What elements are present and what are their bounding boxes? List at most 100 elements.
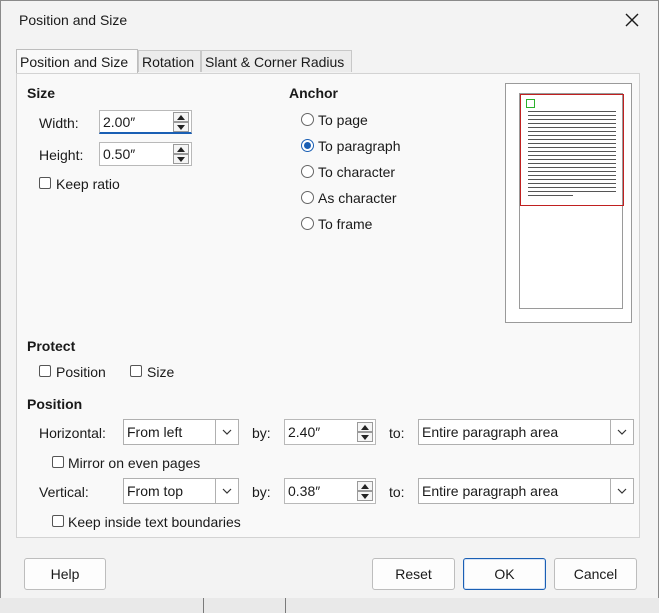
arrow-up-icon — [361, 424, 369, 430]
preview-text-line — [528, 143, 616, 144]
position-preview — [505, 83, 632, 323]
preview-text-line — [528, 171, 616, 172]
vertical-by-increment-button[interactable] — [357, 481, 373, 491]
horizontal-label: Horizontal: — [39, 425, 106, 441]
anchor-to-frame-radio[interactable] — [301, 217, 314, 230]
keep-ratio-checkbox[interactable] — [39, 177, 51, 189]
vertical-select-value: From top — [127, 483, 184, 499]
size-section-title: Size — [27, 85, 56, 101]
dialog-title: Position and Size — [19, 12, 128, 28]
height-decrement-button[interactable] — [173, 154, 189, 164]
anchor-as-character-radio[interactable] — [301, 191, 314, 204]
protect-position-checkbox[interactable] — [39, 365, 51, 377]
width-decrement-button[interactable] — [173, 122, 189, 132]
keep-inside-text-boundaries-checkbox[interactable] — [52, 515, 64, 527]
height-spinbox[interactable]: 0.50″ — [99, 142, 192, 166]
anchor-to-frame-label: To frame — [318, 216, 373, 232]
vertical-dropdown-button[interactable] — [215, 479, 238, 503]
height-value: 0.50″ — [103, 146, 136, 162]
preview-text-line — [528, 175, 616, 176]
horizontal-by-label: by: — [252, 425, 271, 441]
tab-slant-corner-radius[interactable]: Slant & Corner Radius — [201, 50, 352, 72]
horizontal-dropdown-button[interactable] — [215, 420, 238, 444]
preview-page — [519, 93, 624, 309]
background-strip — [0, 598, 659, 613]
close-button[interactable] — [620, 9, 644, 31]
vertical-label: Vertical: — [39, 484, 89, 500]
vertical-to-select-value: Entire paragraph area — [422, 483, 559, 499]
horizontal-to-select-value: Entire paragraph area — [422, 424, 559, 440]
arrow-down-icon — [361, 434, 369, 440]
vertical-by-label: by: — [252, 484, 271, 500]
background-divider — [203, 598, 204, 613]
anchor-to-paragraph-label: To paragraph — [318, 138, 401, 154]
preview-text-line — [528, 151, 616, 152]
preview-text-line — [528, 179, 616, 180]
close-icon — [625, 13, 639, 27]
help-button[interactable]: Help — [24, 558, 106, 590]
horizontal-by-increment-button[interactable] — [357, 422, 373, 432]
vertical-by-decrement-button[interactable] — [357, 491, 373, 501]
anchor-section-title: Anchor — [289, 85, 338, 101]
horizontal-select-value: From left — [127, 424, 183, 440]
preview-text-line — [528, 167, 616, 168]
vertical-to-select[interactable]: Entire paragraph area — [418, 478, 634, 504]
horizontal-to-label: to: — [389, 425, 405, 441]
preview-text-line — [528, 139, 616, 140]
preview-text-line — [528, 195, 573, 196]
dialog-footer: Help Reset OK Cancel — [1, 546, 658, 598]
arrow-down-icon — [361, 493, 369, 499]
width-label: Width: — [39, 115, 79, 131]
arrow-up-icon — [361, 483, 369, 489]
width-increment-button[interactable] — [173, 112, 189, 122]
horizontal-by-spinbox[interactable]: 2.40″ — [284, 419, 376, 445]
arrow-up-icon — [177, 146, 185, 152]
preview-text-line — [528, 131, 616, 132]
preview-text-line — [528, 187, 616, 188]
vertical-by-value: 0.38″ — [288, 483, 321, 499]
tab-position-and-size[interactable]: Position and Size — [16, 49, 138, 73]
protect-position-label: Position — [56, 364, 106, 380]
keep-ratio-label: Keep ratio — [56, 176, 120, 192]
chevron-down-icon — [222, 429, 232, 435]
anchor-as-character-label: As character — [318, 190, 397, 206]
horizontal-to-dropdown-button[interactable] — [610, 420, 633, 444]
horizontal-select[interactable]: From left — [123, 419, 239, 445]
background-divider — [285, 598, 286, 613]
arrow-up-icon — [177, 114, 185, 120]
tab-rotation[interactable]: Rotation — [138, 50, 201, 72]
vertical-to-dropdown-button[interactable] — [610, 479, 633, 503]
position-and-size-dialog: Position and Size Position and Size Rota… — [0, 0, 659, 600]
preview-text-line — [528, 111, 616, 112]
chevron-down-icon — [617, 488, 627, 494]
horizontal-by-decrement-button[interactable] — [357, 432, 373, 442]
horizontal-by-value: 2.40″ — [288, 424, 321, 440]
preview-text-line — [528, 123, 616, 124]
reset-button[interactable]: Reset — [372, 558, 455, 590]
height-increment-button[interactable] — [173, 144, 189, 154]
vertical-select[interactable]: From top — [123, 478, 239, 504]
preview-text-line — [528, 159, 616, 160]
anchor-to-character-radio[interactable] — [301, 165, 314, 178]
cancel-button[interactable]: Cancel — [554, 558, 637, 590]
preview-object — [526, 99, 535, 108]
anchor-to-page-radio[interactable] — [301, 113, 314, 126]
preview-text-line — [528, 135, 616, 136]
ok-button[interactable]: OK — [463, 558, 546, 590]
width-value: 2.00″ — [103, 114, 136, 130]
protect-size-checkbox[interactable] — [130, 365, 142, 377]
mirror-even-pages-label: Mirror on even pages — [68, 455, 201, 471]
horizontal-to-select[interactable]: Entire paragraph area — [418, 419, 634, 445]
arrow-down-icon — [177, 124, 185, 130]
position-section-title: Position — [27, 396, 83, 412]
protect-size-label: Size — [147, 364, 175, 380]
vertical-by-spinbox[interactable]: 0.38″ — [284, 478, 376, 504]
preview-text-line — [528, 155, 616, 156]
preview-text-line — [528, 147, 616, 148]
mirror-even-pages-checkbox[interactable] — [52, 456, 64, 468]
width-spinbox[interactable]: 2.00″ — [99, 110, 192, 134]
preview-text-line — [528, 115, 616, 116]
anchor-to-paragraph-radio[interactable] — [301, 139, 314, 152]
vertical-to-label: to: — [389, 484, 405, 500]
arrow-down-icon — [177, 156, 185, 162]
